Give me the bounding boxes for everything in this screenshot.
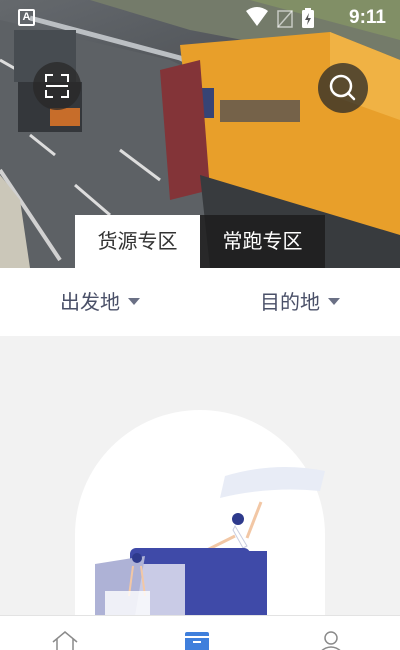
nav-profile[interactable] [291, 616, 371, 650]
nav-home[interactable] [25, 616, 105, 650]
scan-icon [45, 74, 69, 98]
empty-illustration [95, 467, 325, 616]
tab-frequent-route-zone[interactable]: 常跑专区 [200, 215, 325, 268]
search-button[interactable] [318, 63, 368, 113]
wifi-icon [246, 7, 268, 26]
person-icon [321, 631, 341, 650]
nav-goods[interactable] [157, 616, 237, 650]
status-icons [246, 7, 314, 28]
origin-label: 出发地 [60, 290, 120, 314]
status-bar: A 9:11 [0, 0, 400, 36]
bottom-navigation [0, 615, 400, 650]
zone-tabs: 货源专区 常跑专区 [75, 215, 325, 268]
hero-banner: A 9:11 货源专区 常跑专区 [0, 0, 400, 268]
search-icon [329, 74, 356, 101]
box-icon [185, 632, 209, 650]
tab-cargo-zone[interactable]: 货源专区 [75, 215, 200, 268]
destination-dropdown[interactable]: 目的地 [260, 268, 340, 336]
caret-down-icon [328, 298, 340, 305]
app-notification-icon: A [18, 9, 35, 26]
filter-row: 出发地 目的地 [0, 268, 400, 336]
caret-down-icon [128, 298, 140, 305]
origin-dropdown[interactable]: 出发地 [60, 268, 140, 336]
home-icon [52, 631, 78, 650]
destination-label: 目的地 [260, 290, 320, 314]
empty-state [0, 336, 400, 630]
scan-button[interactable] [33, 62, 81, 110]
status-time: 9:11 [349, 7, 386, 28]
